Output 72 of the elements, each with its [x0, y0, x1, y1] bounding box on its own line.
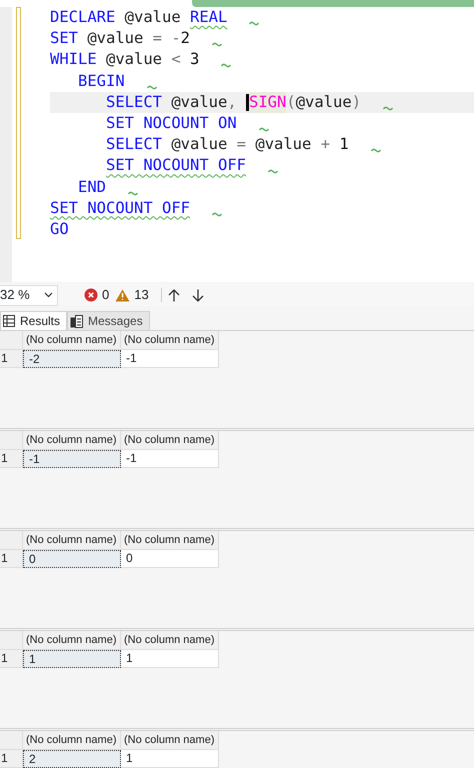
grid-corner [0, 531, 23, 550]
warning-count: 13 [134, 286, 149, 304]
chevron-icon [44, 292, 53, 298]
column-header[interactable]: (No column name) [23, 431, 121, 450]
code-token: ( [286, 92, 296, 113]
code-token: 2 [180, 28, 190, 50]
column-header[interactable]: (No column name) [121, 331, 219, 350]
row-number: 1 [0, 450, 23, 468]
code-token: SIGN [249, 92, 286, 113]
row-number: 1 [0, 650, 23, 668]
table-cell[interactable]: -1 [23, 450, 121, 468]
column-header[interactable]: (No column name) [121, 731, 219, 750]
up-arrow-icon[interactable] [168, 288, 180, 302]
code-token: @value [171, 92, 228, 113]
warning-icon [115, 288, 130, 302]
table-cell[interactable]: 0 [121, 550, 219, 568]
code-token: @value [124, 7, 182, 28]
code-token: SELECT [106, 134, 162, 156]
table-cell[interactable]: 1 [121, 650, 219, 668]
column-header[interactable]: (No column name) [121, 531, 219, 550]
code-token: @value [106, 49, 164, 70]
zoom-dropdown[interactable]: 32 % [0, 284, 58, 306]
code-token: BEGIN [78, 70, 125, 92]
code-token: REAL [190, 7, 228, 28]
column-header[interactable]: (No column name) [23, 531, 121, 550]
row-number: 1 [0, 750, 23, 768]
code-token: SET NOCOUNT ON [106, 112, 237, 134]
table-cell[interactable]: 2 [23, 750, 121, 768]
code-token: WHILE [50, 49, 97, 70]
table-cell[interactable]: 1 [23, 650, 121, 668]
table-cell[interactable]: 1 [121, 750, 219, 768]
down-arrow-icon[interactable] [192, 288, 204, 302]
grid-corner [0, 631, 23, 650]
row-number: 1 [0, 350, 23, 368]
results-tab[interactable]: Results [0, 311, 68, 330]
code-token: 1 [339, 134, 349, 156]
code-token: @value [87, 28, 144, 50]
code-token: , [227, 92, 238, 113]
column-header[interactable]: (No column name) [121, 431, 219, 450]
code-token: = [236, 134, 246, 156]
code-token: END [78, 176, 106, 198]
column-header[interactable]: (No column name) [23, 731, 121, 750]
code-token: = - [152, 28, 181, 50]
column-header[interactable]: (No column name) [23, 631, 121, 650]
code-token: + [320, 134, 330, 156]
code-token: ) [352, 92, 362, 113]
code-token: @value [255, 134, 312, 156]
grid-corner [0, 431, 23, 450]
column-header[interactable]: (No column name) [121, 631, 219, 650]
code-token: @value [296, 92, 352, 113]
code-editor[interactable]: DECLARE @value REAL SET @value = -2 WHILE @value < 3 BEGIN SELECT @value, SIGN(@value) SET NOCOUNT ON SELECT @value = @value + 1 SET NOCOUNT OFF END SET NOCOUNT OFF GO [0, 7, 474, 282]
table-cell[interactable]: -2 [23, 350, 121, 368]
column-header[interactable]: (No column name) [23, 331, 121, 350]
error-count: 0 [102, 286, 110, 304]
results-tab[interactable]: Messages [67, 311, 150, 330]
error-icon [84, 288, 98, 302]
code-token: < [171, 49, 181, 70]
document-icon [70, 314, 84, 328]
code-token: SET NOCOUNT OFF [50, 198, 190, 219]
code-token: @value [171, 134, 228, 156]
table-cell[interactable]: -1 [121, 350, 219, 368]
code-token: SET [50, 28, 78, 50]
row-number: 1 [0, 550, 23, 568]
grid-corner [0, 731, 23, 750]
code-token: SET NOCOUNT OFF [106, 155, 246, 176]
code-token: DECLARE [50, 7, 116, 28]
code-token: 3 [190, 49, 200, 70]
code-token: SELECT [106, 92, 162, 113]
table-cell[interactable]: 0 [23, 550, 121, 568]
grid-icon [3, 315, 15, 327]
table-cell[interactable]: -1 [121, 450, 219, 468]
code-token: GO [50, 218, 69, 240]
